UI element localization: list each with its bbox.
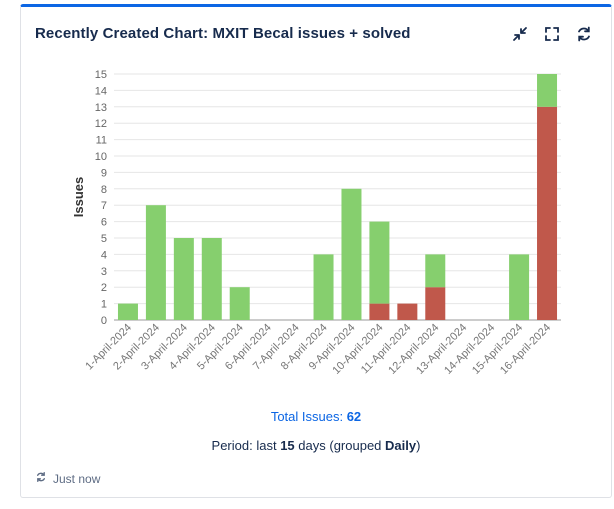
y-tick-label: 5: [101, 233, 107, 245]
y-tick-label: 9: [101, 167, 107, 179]
bar-segment: [425, 254, 446, 288]
y-tick-label: 12: [95, 118, 107, 130]
period-suffix: ): [416, 438, 421, 453]
bar-segment: [145, 205, 166, 320]
bar-segment: [341, 188, 362, 320]
bar-segment: [397, 303, 418, 320]
y-tick-label: 1: [101, 299, 107, 311]
period-mid: days (grouped: [298, 438, 382, 453]
last-updated-text: Just now: [53, 471, 101, 486]
y-tick-label: 4: [101, 249, 107, 261]
chart-gadget-card: Recently Created Chart: MXIT Becal issue…: [20, 4, 612, 498]
y-tick-label: 3: [101, 266, 107, 278]
period-days: 15: [280, 438, 295, 453]
refresh-small-icon[interactable]: [35, 471, 47, 486]
bar-segment: [117, 303, 138, 320]
bar-segment: [201, 238, 222, 320]
period-text: Period: last 15 days (grouped Daily): [21, 438, 611, 453]
x-tick-label: 16-April-2024: [498, 322, 553, 377]
bar-segment: [369, 303, 390, 320]
bar-segment: [425, 287, 446, 320]
y-axis-label: Issues: [71, 177, 86, 217]
period-group: Daily: [385, 438, 417, 453]
y-tick-label: 6: [101, 217, 107, 229]
bar-segment: [537, 74, 558, 107]
total-issues: Total Issues: 62: [21, 409, 611, 424]
bar-segment: [537, 106, 558, 320]
last-updated: Just now: [35, 471, 100, 486]
y-tick-label: 11: [96, 135, 107, 147]
bar-segment: [509, 254, 530, 320]
y-tick-label: 13: [95, 102, 107, 114]
stacked-bar-chart: 0123456789101112131415Issues1-April-2024…: [71, 69, 561, 377]
bar-segment: [229, 287, 250, 320]
bar-segment: [313, 254, 334, 320]
bar-segment: [173, 238, 194, 320]
y-tick-label: 7: [101, 200, 107, 212]
y-tick-label: 10: [95, 151, 107, 163]
y-tick-label: 0: [101, 315, 107, 327]
bar-segment: [369, 221, 390, 304]
y-tick-label: 8: [101, 184, 107, 196]
total-issues-label: Total Issues:: [270, 409, 344, 424]
y-tick-label: 2: [101, 282, 107, 294]
y-tick-label: 15: [95, 69, 107, 81]
period-prefix: Period: last: [211, 438, 277, 453]
total-issues-value: 62: [346, 409, 362, 424]
y-tick-label: 14: [95, 85, 107, 97]
